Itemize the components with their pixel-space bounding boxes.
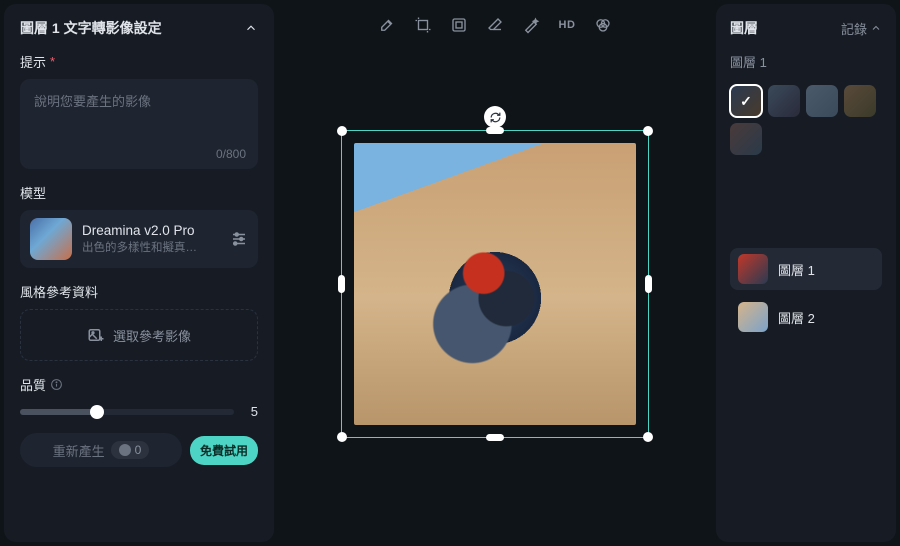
chevron-up-icon xyxy=(870,22,882,34)
tool-effects[interactable] xyxy=(588,10,618,40)
canvas-image xyxy=(354,143,636,425)
variation-thumb-3[interactable] xyxy=(806,85,838,117)
variation-thumb-5[interactable] xyxy=(730,123,762,155)
layer-thumb xyxy=(738,302,768,332)
sliders-icon[interactable] xyxy=(230,230,248,248)
layers-header: 圖層 記錄 xyxy=(730,18,882,38)
left-panel: 圖層 1 文字轉影像設定 提示* 0/800 模型 Dreamina v2.0 … xyxy=(4,4,274,542)
quality-value: 5 xyxy=(244,404,258,419)
quality-label-row: 品質 xyxy=(20,375,258,394)
tool-crop[interactable] xyxy=(408,10,438,40)
credit-icon xyxy=(119,444,131,456)
variation-thumb-1[interactable] xyxy=(730,85,762,117)
prompt-label: 提示* xyxy=(20,52,258,71)
variation-thumbnails xyxy=(730,85,882,155)
resize-handle-bm[interactable] xyxy=(486,434,504,441)
select-reference-button[interactable]: 選取參考影像 xyxy=(20,309,258,361)
tool-eraser[interactable] xyxy=(480,10,510,40)
image-plus-icon xyxy=(87,326,105,344)
resize-handle-br[interactable] xyxy=(643,432,653,442)
resize-handle-bl[interactable] xyxy=(337,432,347,442)
info-icon[interactable] xyxy=(50,378,63,391)
resize-handle-rm[interactable] xyxy=(645,275,652,293)
free-trial-button[interactable]: 免費試用 xyxy=(190,436,258,465)
history-button[interactable]: 記錄 xyxy=(841,19,882,38)
quality-slider[interactable] xyxy=(20,409,234,415)
style-ref-section: 風格參考資料 選取參考影像 xyxy=(20,282,258,361)
canvas-area[interactable]: HD xyxy=(278,0,712,546)
regenerate-button[interactable]: 重新產生 0 xyxy=(20,433,182,467)
prompt-section: 提示* 0/800 xyxy=(20,52,258,169)
quality-section: 品質 5 xyxy=(20,375,258,419)
tool-hd[interactable]: HD xyxy=(552,10,582,40)
prompt-counter: 0/800 xyxy=(216,147,246,161)
credit-badge: 0 xyxy=(111,441,150,459)
model-thumb xyxy=(30,218,72,260)
quality-label: 品質 xyxy=(20,375,46,394)
resize-handle-tl[interactable] xyxy=(337,126,347,136)
model-label: 模型 xyxy=(20,183,258,202)
chevron-up-icon xyxy=(244,21,258,35)
regenerate-row: 重新產生 0 免費試用 xyxy=(20,433,258,467)
right-panel: 圖層 記錄 圖層 1 圖層 1 圖層 2 xyxy=(716,4,896,542)
model-desc: 出色的多樣性和擬真… xyxy=(82,239,220,255)
model-name: Dreamina v2.0 Pro xyxy=(82,223,220,238)
tool-magic[interactable] xyxy=(516,10,546,40)
model-section: 模型 Dreamina v2.0 Pro 出色的多樣性和擬真… xyxy=(20,183,258,268)
variation-thumb-4[interactable] xyxy=(844,85,876,117)
tool-frame[interactable] xyxy=(444,10,474,40)
style-ref-label: 風格參考資料 xyxy=(20,282,258,301)
selected-layer[interactable] xyxy=(341,130,649,438)
resize-handle-tm[interactable] xyxy=(486,127,504,134)
resize-handle-lm[interactable] xyxy=(338,275,345,293)
layer-item-1[interactable]: 圖層 1 xyxy=(730,248,882,290)
canvas-toolbar: HD xyxy=(372,10,618,40)
tool-brush[interactable] xyxy=(372,10,402,40)
layer-thumb xyxy=(738,254,768,284)
panel-header[interactable]: 圖層 1 文字轉影像設定 xyxy=(20,18,258,38)
prompt-input[interactable] xyxy=(34,91,244,146)
resize-handle-tr[interactable] xyxy=(643,126,653,136)
selection-box[interactable] xyxy=(341,130,649,438)
required-asterisk: * xyxy=(50,54,55,69)
layers-title: 圖層 xyxy=(730,18,758,38)
layers-list: 圖層 1 圖層 2 xyxy=(730,248,882,338)
variation-thumb-2[interactable] xyxy=(768,85,800,117)
layer-name: 圖層 1 xyxy=(778,260,815,279)
current-layer-label: 圖層 1 xyxy=(730,52,882,71)
panel-title: 圖層 1 文字轉影像設定 xyxy=(20,18,162,38)
model-selector[interactable]: Dreamina v2.0 Pro 出色的多樣性和擬真… xyxy=(20,210,258,268)
refresh-button[interactable] xyxy=(484,106,506,128)
layer-item-2[interactable]: 圖層 2 xyxy=(730,296,882,338)
layer-name: 圖層 2 xyxy=(778,308,815,327)
